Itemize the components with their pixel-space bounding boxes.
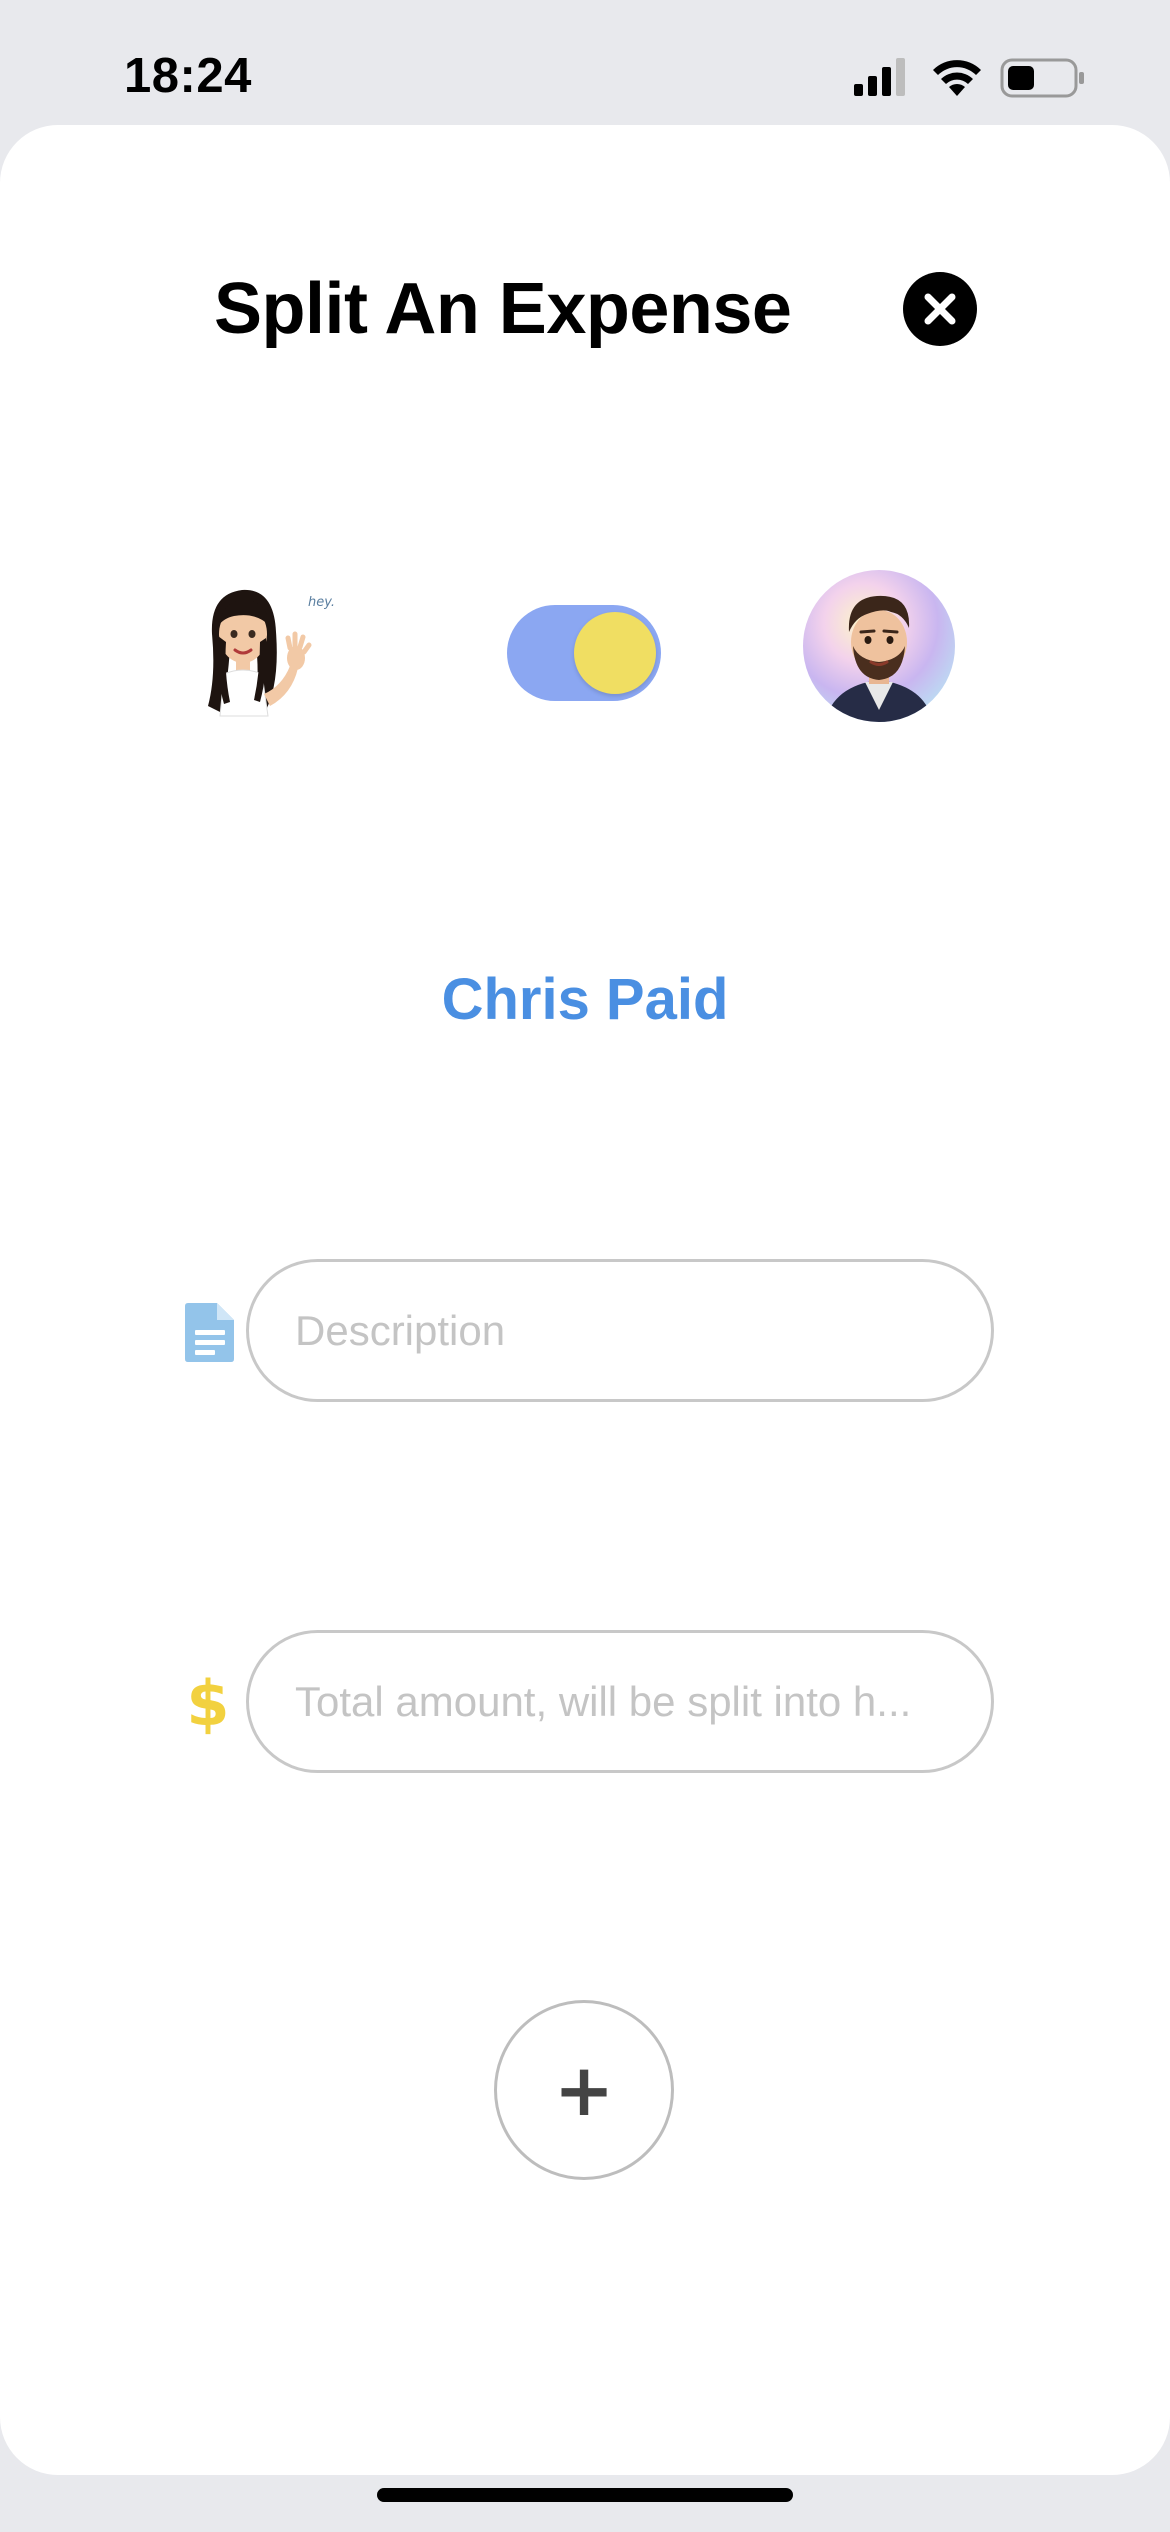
status-icons [852,56,1092,100]
description-input[interactable] [246,1259,994,1402]
add-expense-button[interactable]: + [494,2000,674,2180]
status-bar: 18:24 [0,0,1170,125]
avatar-caption: hey. [308,595,335,610]
document-icon [183,1300,237,1364]
payer-toggle[interactable] [507,605,661,701]
home-indicator [377,2488,793,2502]
cellular-signal-icon [854,58,905,96]
amount-input[interactable] [246,1630,994,1773]
battery-icon [1000,58,1084,98]
female-memoji-avatar: hey. [190,576,360,746]
toggle-knob [574,612,656,694]
payer-label: Chris Paid [441,967,729,1032]
male-memoji-avatar [803,570,955,722]
page-title: Split An Expense [214,269,792,349]
close-icon [924,293,956,325]
status-time: 18:24 [124,49,252,103]
dollar-icon: $ [186,1667,230,1740]
svg-text:$: $ [186,1668,229,1736]
plus-icon: + [553,2048,615,2132]
wifi-icon [933,60,981,96]
close-button[interactable] [903,272,977,346]
